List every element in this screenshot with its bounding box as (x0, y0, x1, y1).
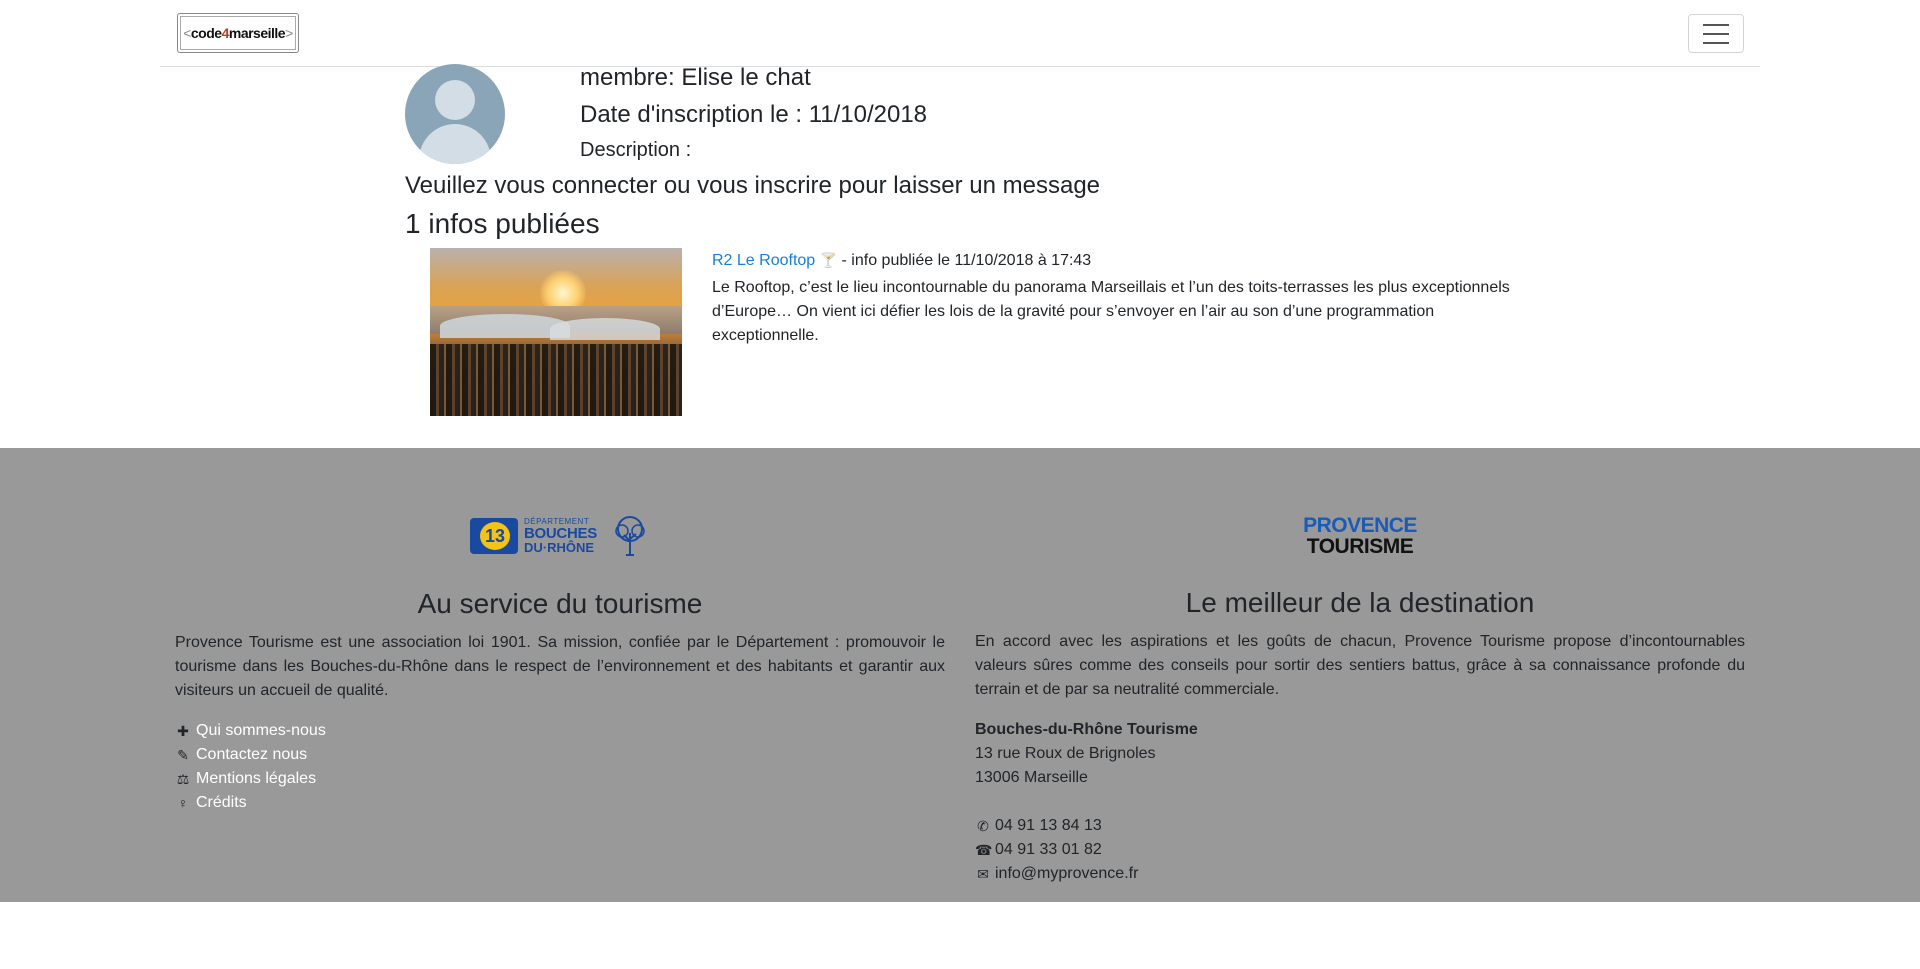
brand-lt: < (183, 25, 191, 41)
footer-left-title: Au service du tourisme (417, 588, 703, 619)
award-icon: ♀ (177, 795, 189, 811)
footer-contact: Bouches-du-Rhône Tourisme 13 rue Roux de… (975, 718, 1198, 886)
logo-line-2: DU·RHÔNE (524, 540, 595, 555)
contact-address-1: 13 rue Roux de Brignoles (975, 745, 1156, 762)
footer-right-text: En accord avec les aspirations et les go… (975, 633, 1745, 698)
envelope-icon: ✉ (977, 866, 989, 882)
footer-right-title: Le meilleur de la destination (1185, 587, 1535, 618)
image-crowd (430, 344, 682, 416)
info-text: Le Rooftop, c’est le lieu incontournable… (712, 279, 1510, 344)
hamburger-icon-bar-2 (1703, 32, 1729, 35)
footer-left-text: Provence Tourisme est une association lo… (175, 634, 945, 699)
infos-count-title: 1 infos publiées (405, 208, 600, 239)
brand-four: 4 (221, 25, 230, 41)
hamburger-icon-bar-3 (1703, 41, 1729, 44)
logo-tourisme: TOURISME (1306, 535, 1414, 558)
navbar: < code 4 marseille > (160, 0, 1760, 67)
image-umbrella (550, 318, 660, 340)
contact-phone[interactable]: 04 91 13 84 13 (995, 814, 1102, 838)
contact-fax-row: ☎ 04 91 33 01 82 (975, 838, 1198, 862)
contact-organization: Bouches-du-Rhône Tourisme (975, 721, 1198, 738)
contact-address-2: 13006 Marseille (975, 769, 1088, 786)
footer-link-item: ⚖ Mentions légales (175, 767, 326, 791)
footer-link-item: ♀ Crédits (175, 791, 326, 815)
brand-marseille: marseille (228, 25, 286, 41)
contact-fax: 04 91 33 01 82 (995, 841, 1102, 858)
info-image[interactable] (430, 248, 682, 416)
fax-icon: ☎ (975, 842, 993, 858)
registration-date: Date d'inscription le : 11/10/2018 (580, 101, 928, 128)
pencil-icon: ✎ (177, 747, 189, 763)
emblem-number: 13 (484, 526, 506, 546)
description-label: Description : (580, 139, 692, 161)
link-credits[interactable]: Crédits (196, 791, 247, 815)
footer-links: ✚ Qui sommes-nous ✎ Contactez nous ⚖ Men… (175, 719, 326, 815)
link-qui-sommes-nous[interactable]: Qui sommes-nous (196, 719, 326, 743)
link-contactez-nous[interactable]: Contactez nous (196, 743, 307, 767)
puzzle-icon: ✚ (177, 723, 189, 739)
contact-spacer (975, 790, 1198, 814)
hamburger-icon-bar-1 (1703, 23, 1729, 26)
contact-email[interactable]: info@myprovence.fr (995, 862, 1138, 886)
avatar-head (435, 80, 475, 120)
logo-provence: PROVENCE (1303, 514, 1417, 537)
footer-link-item: ✎ Contactez nous (175, 743, 326, 767)
info-meta: - info publiée le 11/10/2018 à 17:43 (837, 252, 1092, 269)
contact-email-row: ✉ info@myprovence.fr (975, 862, 1198, 886)
brand-logo[interactable]: < code 4 marseille > (177, 13, 299, 53)
balance-scale-icon: ⚖ (176, 771, 190, 787)
provence-tourisme-logo[interactable]: PROVENCE TOURISME (1302, 515, 1418, 557)
login-message: Veuillez vous connecter ou vous inscrire… (405, 172, 1101, 199)
department-emblem-icon: 13 (470, 518, 518, 554)
link-mentions-legales[interactable]: Mentions légales (196, 767, 316, 791)
cocktail-icon: 🍸 (819, 252, 838, 268)
contact-phone-row: ✆ 04 91 13 84 13 (975, 814, 1198, 838)
navbar-toggle-button[interactable] (1688, 14, 1744, 53)
info-title-link[interactable]: R2 Le Rooftop (712, 252, 815, 269)
brand-code: code (190, 25, 222, 41)
brand-gt: > (285, 25, 293, 41)
tree-icon (615, 516, 645, 556)
info-header: R2 Le Rooftop 🍸 - info publiée le 11/10/… (712, 252, 1091, 270)
footer-link-item: ✚ Qui sommes-nous (175, 719, 326, 743)
member-name: membre: Elise le chat (580, 64, 811, 91)
phone-icon: ✆ (977, 818, 989, 834)
user-avatar-icon (405, 64, 505, 164)
avatar-body (419, 124, 491, 164)
bouches-du-rhone-logo[interactable]: 13 DÉPARTEMENT BOUCHES DU·RHÔNE (470, 515, 652, 557)
